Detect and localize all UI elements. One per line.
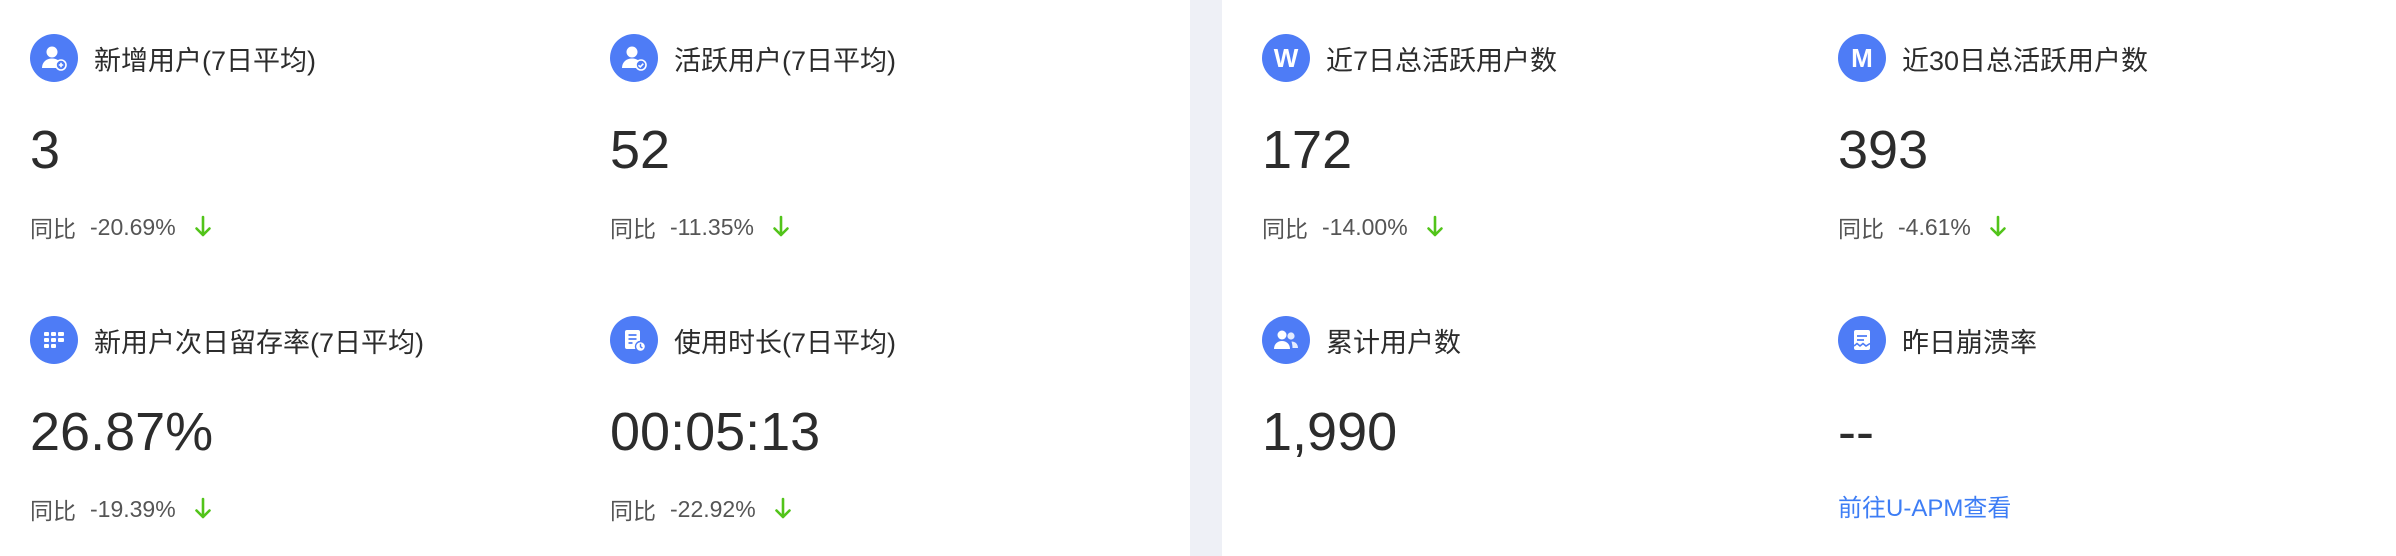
- compare-label: 同比: [30, 498, 76, 524]
- active-users-value: 52: [610, 120, 671, 180]
- arrow-down-icon: [773, 215, 789, 237]
- duration-value: 00:05:13: [610, 402, 821, 462]
- arrow-down-icon: [1990, 215, 2006, 237]
- monthly-active-title: 近30日总活跃用户数: [1902, 45, 2149, 76]
- weekly-active-compare: 同比 -14.00%: [1262, 210, 1444, 244]
- monthly-active-card: M 近30日总活跃用户数 393 同比 -4.61%: [1838, 0, 2396, 250]
- arrow-down-icon: [1426, 215, 1443, 237]
- apm-link[interactable]: 前往U-APM查看: [1838, 488, 2011, 523]
- compare-label: 同比: [1262, 216, 1308, 242]
- compare-percent: -4.61%: [1898, 213, 1971, 240]
- weekly-active-card: W 近7日总活跃用户数 172 同比 -14.00%: [1262, 0, 1822, 250]
- crash-rate-title: 昨日崩溃率: [1902, 327, 2037, 358]
- monthly-active-value: 393: [1838, 120, 1929, 180]
- compare-label: 同比: [610, 216, 656, 242]
- user-plus-icon: [30, 34, 78, 82]
- new-users-compare: 同比 -20.69%: [30, 210, 212, 244]
- compare-label: 同比: [30, 216, 76, 242]
- arrow-down-icon: [774, 497, 791, 519]
- active-users-title: 活跃用户(7日平均): [674, 45, 896, 76]
- m-letter-icon: M: [1838, 34, 1886, 82]
- retention-value: 26.87%: [30, 402, 214, 462]
- active-users-header: 活跃用户(7日平均): [610, 32, 896, 84]
- compare-percent: -11.35%: [670, 213, 754, 240]
- monthly-active-header: M 近30日总活跃用户数: [1838, 32, 2148, 84]
- arrow-down-icon: [194, 497, 211, 519]
- arrow-down-icon: [194, 215, 211, 237]
- active-users-compare: 同比 -11.35%: [610, 210, 790, 244]
- weekly-active-value: 172: [1262, 120, 1353, 180]
- crash-rate-value: --: [1838, 402, 1874, 462]
- compare-percent: -19.39%: [90, 495, 176, 522]
- monthly-active-compare: 同比 -4.61%: [1838, 210, 2007, 244]
- new-users-title: 新增用户(7日平均): [94, 45, 316, 76]
- duration-card: 使用时长(7日平均) 00:05:13 同比 -22.92%: [610, 282, 1170, 532]
- right-stats-panel: W 近7日总活跃用户数 172 同比 -14.00% M 近30日总活跃用户数 …: [1222, 0, 2396, 556]
- retention-title: 新用户次日留存率(7日平均): [94, 327, 424, 358]
- total-users-value: 1,990: [1262, 402, 1398, 462]
- new-users-header: 新增用户(7日平均): [30, 32, 316, 84]
- new-users-card: 新增用户(7日平均) 3 同比 -20.69%: [30, 0, 590, 250]
- panel-divider: [1190, 0, 1222, 556]
- duration-header: 使用时长(7日平均): [610, 314, 896, 366]
- duration-title: 使用时长(7日平均): [674, 327, 896, 358]
- user-active-icon: [610, 34, 658, 82]
- duration-compare: 同比 -22.92%: [610, 492, 792, 526]
- compare-percent: -22.92%: [670, 495, 756, 522]
- crash-rate-header: 昨日崩溃率: [1838, 314, 2037, 366]
- compare-percent: -14.00%: [1322, 213, 1408, 240]
- left-stats-panel: 新增用户(7日平均) 3 同比 -20.69% 活跃用户(7日平均) 52 同比…: [0, 0, 1190, 556]
- retention-compare: 同比 -19.39%: [30, 492, 212, 526]
- compare-percent: -20.69%: [90, 213, 176, 240]
- retention-card: 新用户次日留存率(7日平均) 26.87% 同比 -19.39%: [30, 282, 590, 532]
- crash-report-icon: [1838, 316, 1886, 364]
- retention-header: 新用户次日留存率(7日平均): [30, 314, 424, 366]
- w-letter-icon: W: [1262, 34, 1310, 82]
- compare-label: 同比: [610, 498, 656, 524]
- total-users-card: 累计用户数 1,990: [1262, 282, 1822, 532]
- document-clock-icon: [610, 316, 658, 364]
- total-users-title: 累计用户数: [1326, 327, 1461, 358]
- weekly-active-title: 近7日总活跃用户数: [1326, 45, 1558, 76]
- total-users-header: 累计用户数: [1262, 314, 1461, 366]
- new-users-value: 3: [30, 120, 61, 180]
- grid-icon: [30, 316, 78, 364]
- compare-label: 同比: [1838, 216, 1884, 242]
- active-users-card: 活跃用户(7日平均) 52 同比 -11.35%: [610, 0, 1170, 250]
- weekly-active-header: W 近7日总活跃用户数: [1262, 32, 1557, 84]
- users-icon: [1262, 316, 1310, 364]
